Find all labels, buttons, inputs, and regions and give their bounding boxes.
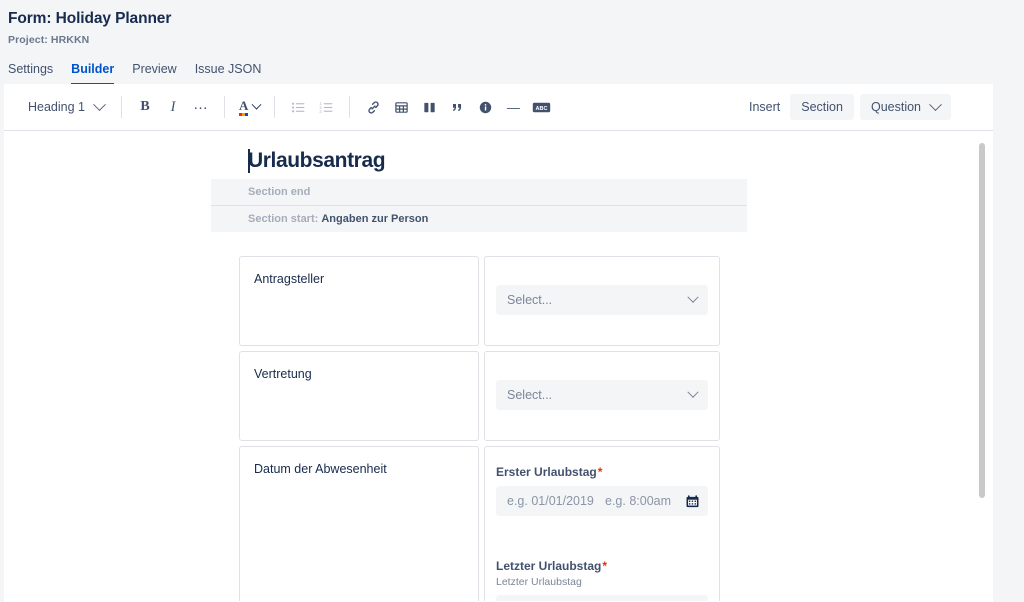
chevron-down-icon	[251, 99, 262, 110]
color-swatch-bar	[239, 112, 249, 116]
numbered-list-icon: 1 2 3	[319, 101, 333, 113]
insert-section-label: Section	[801, 100, 843, 114]
document-heading-text: Urlaubsantrag	[248, 149, 386, 172]
section-start-name: Angaben zur Person	[321, 213, 429, 225]
field-label-text: Erster Urlaubstag	[496, 465, 597, 479]
question-label-cell[interactable]: Datum der Abwesenheit	[239, 446, 479, 601]
table-icon	[395, 101, 408, 113]
insert-question-label: Question	[870, 100, 921, 114]
svg-text:3: 3	[319, 108, 322, 113]
document-heading[interactable]: Urlaubsantrag	[211, 147, 747, 175]
question-label-cell[interactable]: Antragsteller	[239, 256, 479, 346]
info-icon	[479, 101, 492, 113]
tab-issue-json[interactable]: Issue JSON	[195, 62, 262, 85]
more-formatting-button[interactable]: …	[187, 93, 215, 121]
toolbar-divider	[224, 96, 225, 118]
question-label: Vertretung	[254, 367, 312, 381]
question-grid: Antragsteller Select... Vertretung Selec…	[211, 256, 747, 601]
divider-button[interactable]: —	[499, 93, 527, 121]
editor-toolbar: Heading 1 B I … A 1 2 3 — ABC Insert Sec…	[4, 84, 993, 131]
select-placeholder: Select...	[507, 293, 553, 307]
question-row[interactable]: Vertretung Select...	[211, 351, 747, 441]
page-title: Form: Holiday Planner	[8, 10, 172, 27]
section-start-bar[interactable]: Section start: Angaben zur Person	[211, 205, 747, 232]
field-label-text: Letzter Urlaubstag	[496, 559, 602, 573]
question-row[interactable]: Datum der Abwesenheit Erster Urlaubstag*…	[211, 446, 747, 601]
field-label: Erster Urlaubstag*	[496, 464, 708, 480]
insert-section-button[interactable]: Section	[790, 94, 854, 120]
required-asterisk: *	[597, 465, 603, 479]
text-style-label: Heading 1	[28, 100, 85, 114]
quote-button[interactable]	[443, 93, 471, 121]
quote-icon	[452, 103, 461, 111]
section-end-bar[interactable]: Section end	[211, 179, 747, 205]
tab-preview[interactable]: Preview	[132, 62, 176, 85]
tab-bar: Settings Builder Preview Issue JSON	[8, 60, 1024, 85]
required-asterisk: *	[602, 559, 608, 573]
calendar-icon[interactable]	[685, 494, 700, 509]
vertical-scrollbar[interactable]	[978, 131, 986, 601]
editor-panel: Heading 1 B I … A 1 2 3 — ABC Insert Sec…	[4, 84, 993, 602]
link-button[interactable]	[359, 93, 387, 121]
spellcheck-button[interactable]: ABC	[527, 93, 555, 121]
field-help-text: Letzter Urlaubstag	[496, 576, 582, 588]
numbered-list-button[interactable]: 1 2 3	[312, 93, 340, 121]
question-label-cell[interactable]: Vertretung	[239, 351, 479, 441]
project-label: Project: HRKKN	[8, 34, 90, 46]
question-control-cell[interactable]: Erster Urlaubstag* e.g. 01/01/2019 e.g. …	[484, 446, 720, 601]
link-icon	[368, 100, 379, 114]
text-color-letter: A	[239, 97, 249, 113]
tab-builder[interactable]: Builder	[71, 62, 115, 85]
chevron-down-icon	[93, 97, 106, 111]
toolbar-divider	[274, 96, 276, 118]
question-label: Datum der Abwesenheit	[254, 462, 387, 476]
chevron-down-icon	[929, 97, 942, 111]
bold-button[interactable]: B	[131, 93, 159, 121]
abc-icon: ABC	[532, 102, 551, 112]
info-panel-button[interactable]	[471, 93, 499, 121]
tab-settings[interactable]: Settings	[8, 62, 53, 85]
date-field-block: Letzter Urlaubstag* Letzter Urlaubstag e…	[496, 558, 708, 601]
date-time-input[interactable]: e.g. 01/01/2019 e.g. 8:00am	[496, 486, 708, 516]
question-row[interactable]: Antragsteller Select...	[211, 256, 747, 346]
insert-label: Insert	[749, 100, 781, 114]
app-header: Form: Holiday Planner Project: HRKKN Set…	[0, 0, 1024, 85]
section-start-prefix: Section start:	[248, 213, 319, 225]
toolbar-divider	[349, 96, 351, 118]
question-control-cell[interactable]: Select...	[484, 351, 720, 441]
italic-button[interactable]: I	[159, 93, 187, 121]
text-color-icon: A	[239, 99, 248, 116]
date-time-input[interactable]: e.g. 01/01/2019 e.g. 8:00am	[496, 595, 708, 601]
columns-button[interactable]	[415, 93, 443, 121]
field-label: Letzter Urlaubstag*	[496, 558, 708, 574]
svg-text:ABC: ABC	[535, 106, 547, 112]
question-control-cell[interactable]: Select...	[484, 256, 720, 346]
section-end-label: Section end	[248, 186, 311, 198]
select-input[interactable]: Select...	[496, 380, 708, 410]
table-button[interactable]	[387, 93, 415, 121]
select-placeholder: Select...	[507, 388, 553, 402]
text-color-button[interactable]: A	[234, 96, 265, 119]
date-placeholder: e.g. 01/01/2019	[507, 494, 594, 508]
chevron-down-icon	[687, 386, 699, 398]
date-field-block: Erster Urlaubstag* e.g. 01/01/2019 e.g. …	[496, 464, 708, 516]
insert-question-button[interactable]: Question	[859, 94, 951, 120]
columns-icon	[424, 102, 435, 112]
question-label: Antragsteller	[254, 272, 325, 286]
toolbar-divider	[121, 96, 122, 118]
document-canvas[interactable]: Urlaubsantrag Section end Section start:…	[4, 131, 993, 601]
bullet-list-icon	[291, 102, 305, 112]
time-placeholder: e.g. 8:00am	[605, 494, 672, 508]
select-input[interactable]: Select...	[496, 285, 708, 315]
bullet-list-button[interactable]	[284, 93, 312, 121]
calendar-glyph	[686, 494, 699, 507]
document-body[interactable]: Urlaubsantrag Section end Section start:…	[211, 147, 747, 601]
chevron-down-icon	[687, 291, 699, 303]
scrollbar-thumb[interactable]	[979, 143, 985, 498]
text-caret	[248, 149, 250, 173]
text-style-dropdown[interactable]: Heading 1	[20, 95, 112, 119]
